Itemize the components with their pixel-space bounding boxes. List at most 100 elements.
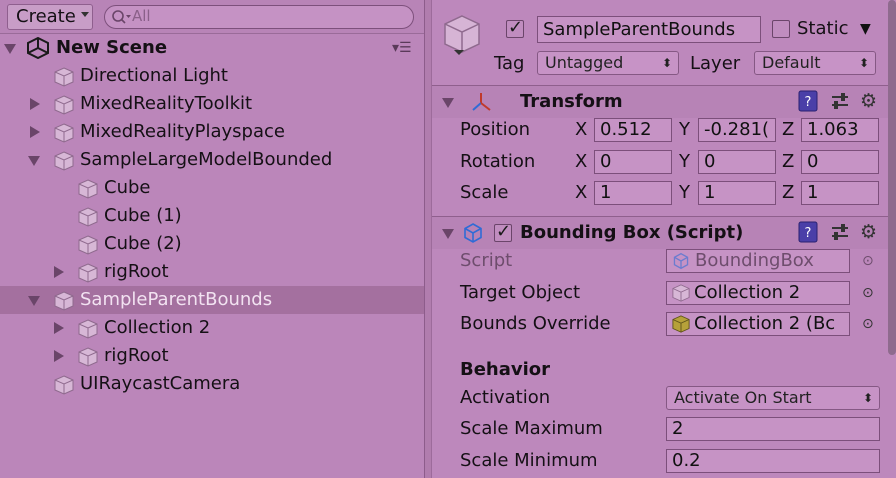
gameobject-cube-icon <box>54 67 74 87</box>
position-z-field[interactable]: 1.063 <box>801 118 879 142</box>
gear-icon[interactable]: ⚙ <box>860 88 877 114</box>
svg-text:?: ? <box>805 226 812 241</box>
object-picker-icon[interactable]: ⊙ <box>862 312 874 336</box>
updown-arrow-icon: ⬍ <box>862 391 873 405</box>
static-checkbox[interactable] <box>772 20 790 38</box>
transform-axes-icon <box>472 93 491 111</box>
tree-item-label: UIRaycastCamera <box>80 373 241 394</box>
expand-arrow-icon[interactable] <box>54 322 64 334</box>
target-object-field[interactable]: Collection 2 <box>666 281 850 305</box>
scale-maximum-field[interactable]: 2 <box>666 417 880 441</box>
tree-item-collection-2[interactable]: Collection 2 <box>0 314 424 342</box>
tree-item-cube[interactable]: Cube <box>0 174 424 202</box>
bounding-box-title: Bounding Box (Script) <box>520 222 744 243</box>
updown-arrow-icon: ⬍ <box>661 56 672 70</box>
position-label: Position <box>460 119 531 140</box>
axis-z-label: Z <box>782 119 795 140</box>
bounds-override-label: Bounds Override <box>460 313 611 334</box>
gameobject-cube-icon <box>78 263 98 283</box>
active-checkbox[interactable]: ✓ <box>506 17 524 38</box>
position-y-field[interactable]: -0.281( <box>698 118 776 142</box>
axis-z-label: Z <box>782 151 795 172</box>
dropdown-arrow-icon <box>81 12 89 17</box>
inspector-scrollbar[interactable] <box>888 0 896 355</box>
unity-scene-icon <box>27 37 49 59</box>
preset-sliders-icon[interactable] <box>830 222 850 242</box>
bounding-box-icon <box>464 223 482 243</box>
object-picker-icon[interactable]: ⊙ <box>862 281 874 305</box>
help-book-icon[interactable]: ? <box>798 90 818 112</box>
expand-arrow-icon[interactable] <box>54 350 64 362</box>
create-label: Create <box>16 6 76 27</box>
position-x-field[interactable]: 0.512 <box>594 118 672 142</box>
collapse-arrow-icon[interactable] <box>442 229 454 239</box>
tree-item-cube-1[interactable]: Cube (1) <box>0 202 424 230</box>
preset-sliders-icon[interactable] <box>830 91 850 111</box>
tree-item-label: rigRoot <box>104 345 169 366</box>
tree-item-rigroot[interactable]: rigRoot <box>0 258 424 286</box>
tree-item-label: Directional Light <box>80 65 228 86</box>
collapse-arrow-icon[interactable] <box>28 156 40 166</box>
expand-arrow-icon[interactable] <box>30 126 40 138</box>
static-dropdown-arrow-icon[interactable]: ▼ <box>860 17 871 41</box>
collapse-arrow-icon[interactable] <box>28 296 40 306</box>
hierarchy-toolbar: Create All <box>0 0 424 34</box>
tree-item-label: Cube <box>104 177 151 198</box>
search-input[interactable]: All <box>104 5 414 29</box>
hierarchy-panel: Create All New Scene ▾☰ Directional Ligh… <box>0 0 424 478</box>
collapse-arrow-icon[interactable] <box>442 98 454 108</box>
gameobject-cube-icon <box>78 235 98 255</box>
activation-dropdown[interactable]: Activate On Start ⬍ <box>666 386 880 410</box>
static-label: Static <box>797 18 849 39</box>
gear-icon[interactable]: ⚙ <box>860 219 877 245</box>
tag-dropdown[interactable]: Untagged ⬍ <box>537 51 679 75</box>
tag-value: Untagged <box>545 53 624 72</box>
box-collider-icon <box>672 315 690 333</box>
rotation-label: Rotation <box>460 151 536 172</box>
target-object-value: Collection 2 <box>694 282 801 303</box>
transform-header[interactable]: Transform ? ⚙ <box>432 85 896 118</box>
tree-item-rigroot-2[interactable]: rigRoot <box>0 342 424 370</box>
expand-arrow-icon[interactable] <box>30 98 40 110</box>
tree-item-uiraycastcamera[interactable]: UIRaycastCamera <box>0 370 424 398</box>
scale-minimum-field[interactable]: 0.2 <box>666 449 880 473</box>
rotation-z-field[interactable]: 0 <box>801 150 879 174</box>
create-button[interactable]: Create <box>7 4 93 30</box>
collapse-arrow-icon[interactable] <box>4 44 16 54</box>
bounds-override-value: Collection 2 (Bc <box>694 313 836 334</box>
bounding-box-header[interactable]: ✓ Bounding Box (Script) ? ⚙ <box>432 216 896 249</box>
transform-title: Transform <box>520 91 623 112</box>
scene-row[interactable]: New Scene ▾☰ <box>0 34 424 62</box>
scale-x-field[interactable]: 1 <box>594 181 672 205</box>
tree-item-samplelargemodelbounded[interactable]: SampleLargeModelBounded <box>0 146 424 174</box>
layer-dropdown[interactable]: Default ⬍ <box>754 51 876 75</box>
gameobject-cube-icon <box>78 207 98 227</box>
tree-item-cube-2[interactable]: Cube (2) <box>0 230 424 258</box>
activation-label: Activation <box>460 387 551 408</box>
gameobject-cube-icon <box>78 319 98 339</box>
tree-item-sampleparentbounds[interactable]: SampleParentBounds <box>0 286 424 314</box>
tree-item-mixedrealityplayspace[interactable]: MixedRealityPlayspace <box>0 118 424 146</box>
help-book-icon[interactable]: ? <box>798 221 818 243</box>
tree-item-directional-light[interactable]: Directional Light <box>0 62 424 90</box>
scale-y-field[interactable]: 1 <box>698 181 776 205</box>
rotation-x-field[interactable]: 0 <box>594 150 672 174</box>
scale-z-field[interactable]: 1 <box>801 181 879 205</box>
component-enabled-checkbox[interactable]: ✓ <box>494 221 512 242</box>
bounds-override-field[interactable]: Collection 2 (Bc <box>666 312 850 336</box>
expand-arrow-icon[interactable] <box>54 266 64 278</box>
layer-label: Layer <box>690 53 741 74</box>
tree-item-mixedrealitytoolkit[interactable]: MixedRealityToolkit <box>0 90 424 118</box>
object-name-field[interactable]: SampleParentBounds <box>537 16 761 43</box>
tag-label: Tag <box>494 53 525 74</box>
axis-x-label: X <box>575 119 588 140</box>
menu-icon[interactable]: ▾☰ <box>392 34 412 62</box>
rotation-y-field[interactable]: 0 <box>698 150 776 174</box>
axis-x-label: X <box>575 182 588 203</box>
search-icon <box>112 10 131 24</box>
gameobject-large-icon <box>444 15 480 55</box>
tree-item-label: SampleLargeModelBounded <box>80 149 333 170</box>
behavior-header: Behavior <box>460 359 551 380</box>
scale-label: Scale <box>460 182 509 203</box>
panel-divider[interactable] <box>424 0 432 478</box>
